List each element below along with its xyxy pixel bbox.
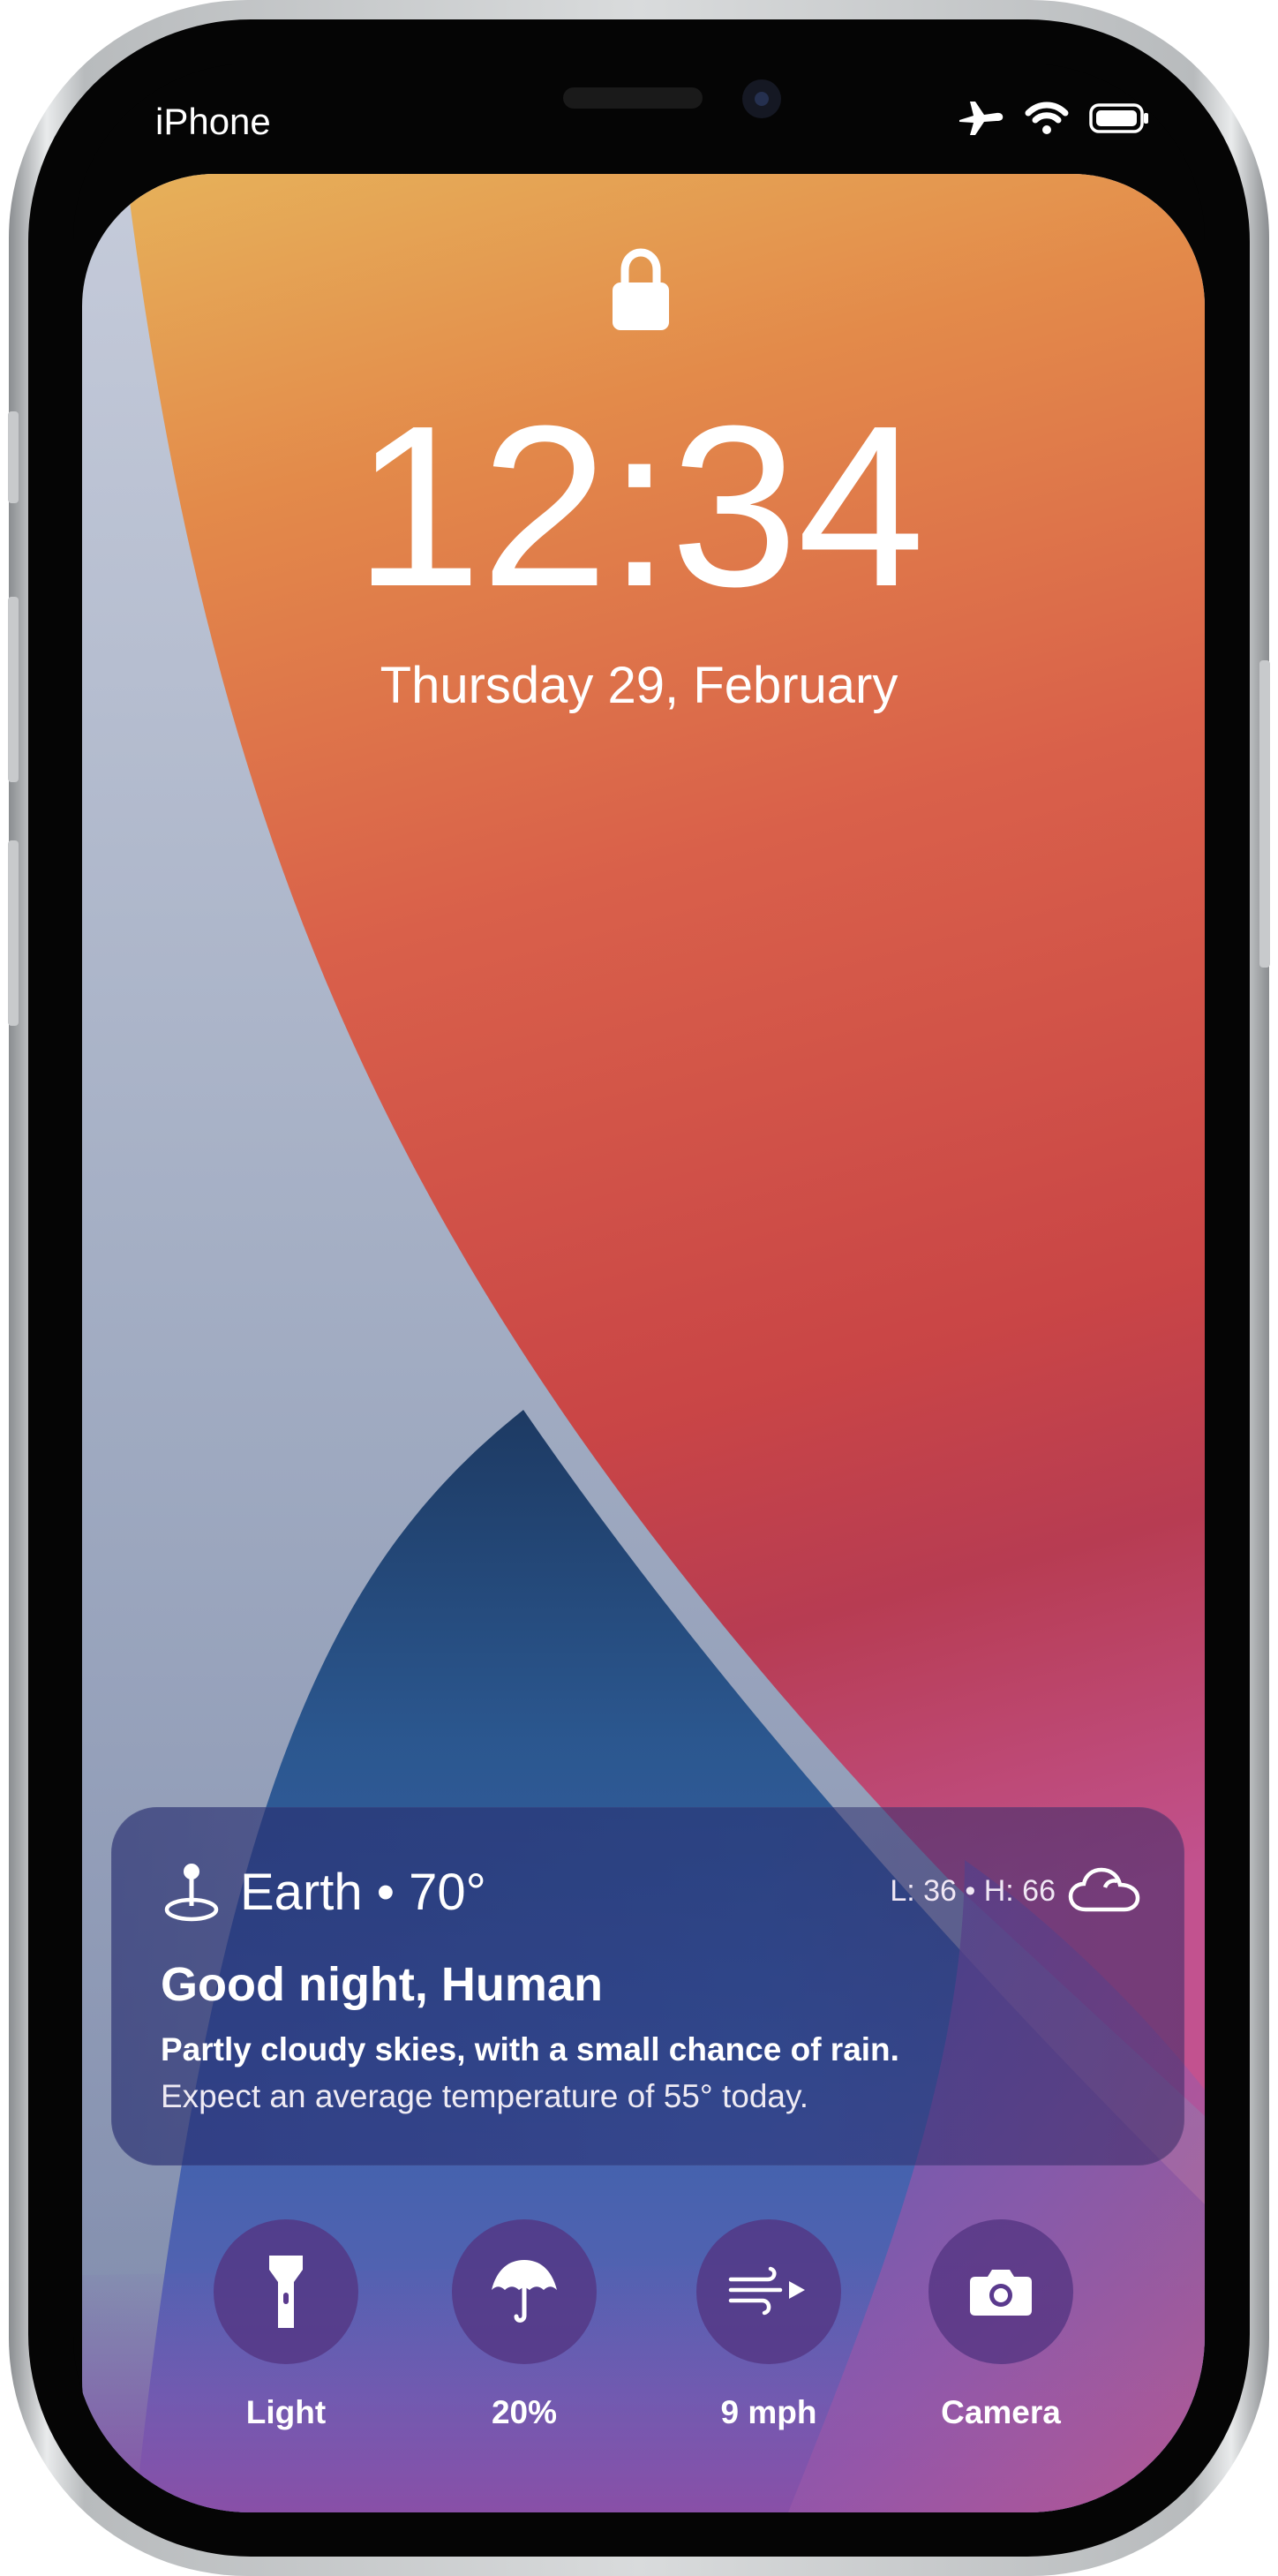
flashlight-label: Light [245,2394,327,2430]
wind-speed-shortcut[interactable]: 9 mph [694,2219,844,2431]
umbrella-icon [492,2260,557,2323]
rain-chance-button[interactable] [452,2219,597,2364]
carrier-label: iPhone [155,101,271,142]
airplane-mode-icon [959,102,1004,135]
location-pin-icon [164,1864,219,1922]
iphone-device: iPhone 12:34 Thursday 29, February Earth… [8,0,1270,2576]
wind-speed-label: 9 mph [720,2394,817,2430]
flashlight-icon [269,2256,303,2328]
status-bar: iPhone [73,64,1205,169]
camera-icon [970,2270,1032,2316]
weather-location: Earth • 70° [162,1860,486,1924]
earpiece-speaker [563,87,703,109]
power-button[interactable] [1259,660,1270,968]
front-camera [742,79,781,118]
weather-summary: Partly cloudy skies, with a small chance… [161,2031,899,2068]
wifi-icon [1025,102,1069,134]
lock-icon[interactable] [611,245,671,334]
rain-chance-shortcut[interactable]: 20% [449,2219,599,2431]
volume-up-button[interactable] [8,597,19,782]
status-icons [957,98,1149,139]
flashlight-shortcut[interactable]: Light [211,2219,361,2431]
volume-down-button[interactable] [8,840,19,1026]
wind-icon [728,2266,805,2316]
camera-shortcut[interactable]: Camera [926,2219,1076,2431]
lock-screen-date: Thursday 29, February [380,657,898,714]
cloud-icon [1068,1867,1140,1912]
greeting-text: Good night, Human [161,1958,603,2011]
low-high-temperature: L: 36 • H: 66 [890,1873,1056,1908]
rain-chance-label: 20% [491,2394,558,2430]
weather-widget[interactable]: Earth • 70° L: 36 • H: 66 Good night, Hu… [111,1807,1184,2165]
battery-icon [1089,103,1148,133]
action-button[interactable] [8,411,19,503]
camera-label: Camera [941,2394,1061,2430]
camera-button[interactable] [928,2219,1073,2364]
weather-detail: Expect an average temperature of 55° tod… [161,2078,809,2114]
wind-speed-button[interactable] [696,2219,841,2364]
flashlight-button[interactable] [214,2219,358,2364]
lock-screen-time: 12:34 [354,379,925,635]
lock-screen: iPhone 12:34 Thursday 29, February Earth… [73,64,1205,2512]
location-temperature: Earth • 70° [240,1863,486,1921]
temperature-range: L: 36 • H: 66 [890,1865,1140,1917]
